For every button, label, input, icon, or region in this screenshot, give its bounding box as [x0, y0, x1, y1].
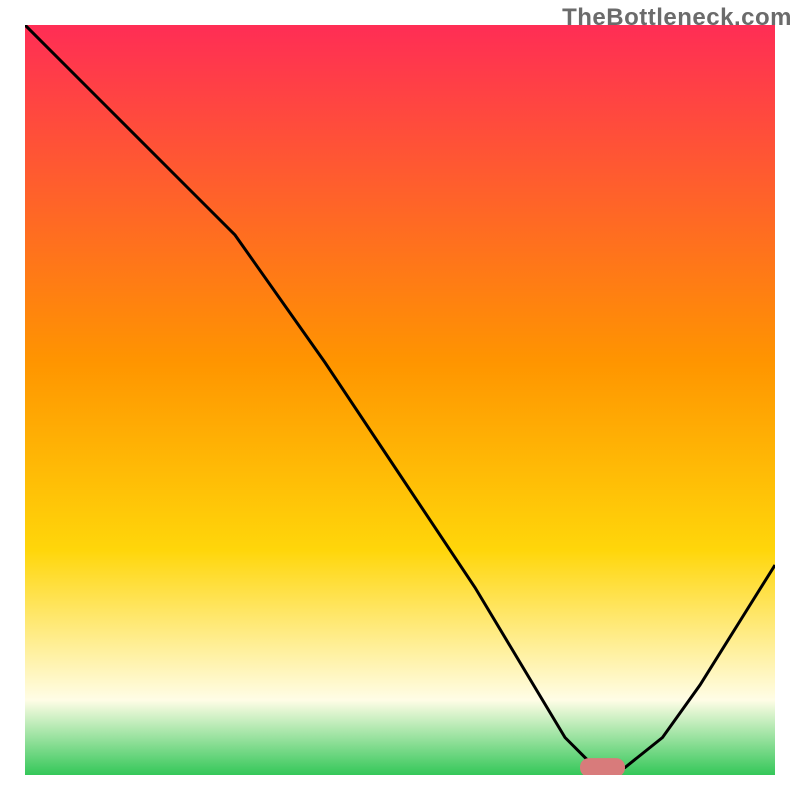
- chart-frame: TheBottleneck.com: [0, 0, 800, 800]
- chart-svg: [25, 25, 775, 775]
- optimal-marker: [580, 758, 625, 775]
